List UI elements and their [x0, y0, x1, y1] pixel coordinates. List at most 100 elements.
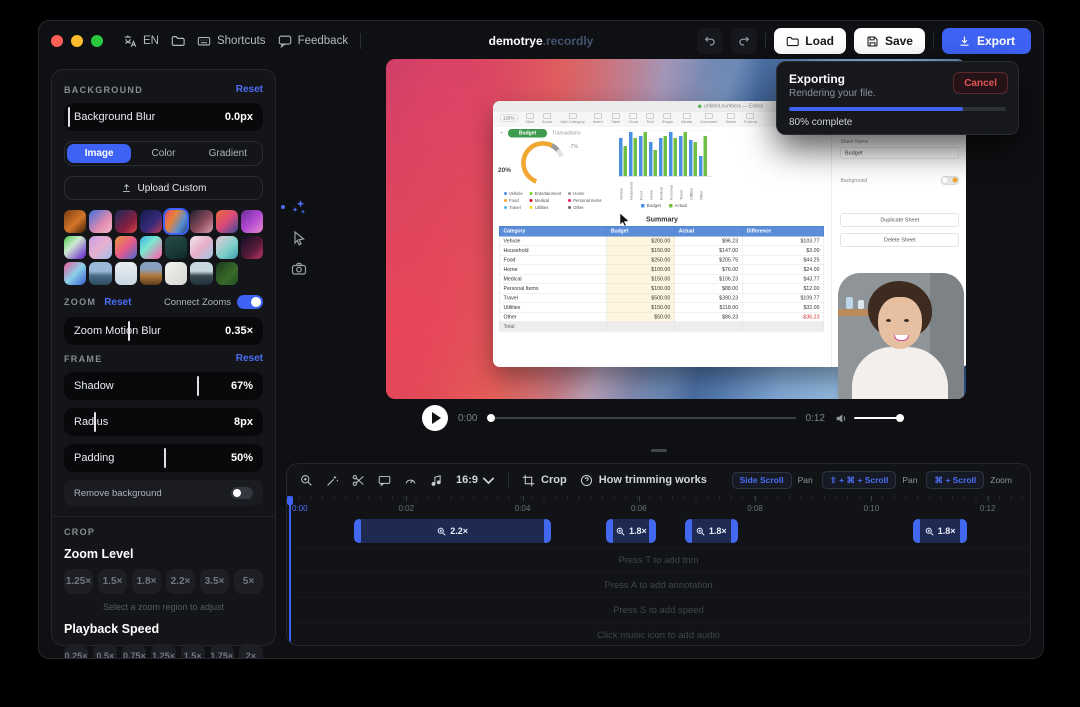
background-reset-link[interactable]: Reset [236, 84, 263, 95]
region-left-handle[interactable] [913, 519, 920, 543]
export-button[interactable]: Export [942, 28, 1031, 54]
background-thumbnail[interactable] [89, 210, 111, 233]
background-thumbnail[interactable] [140, 236, 162, 259]
background-thumbnail[interactable] [140, 262, 162, 285]
region-left-handle[interactable] [606, 519, 613, 543]
background-thumbnail[interactable] [190, 262, 212, 285]
background-thumbnail[interactable] [216, 210, 238, 233]
projects-button[interactable] [171, 34, 185, 48]
background-thumbnail[interactable] [165, 210, 187, 233]
zoom-region[interactable]: 1.8× [606, 519, 656, 543]
magic-wand-icon[interactable] [326, 474, 339, 487]
background-tab-gradient[interactable]: Gradient [196, 144, 260, 163]
zoom-level-chip[interactable]: 5× [234, 569, 263, 594]
speed-chip[interactable]: 1.75× [210, 644, 234, 659]
redo-button[interactable] [731, 28, 757, 54]
region-right-handle[interactable] [960, 519, 967, 543]
region-left-handle[interactable] [354, 519, 361, 543]
background-thumbnail[interactable] [216, 262, 238, 285]
speed-chip[interactable]: 0.5× [93, 644, 117, 659]
zoom-level-chip[interactable]: 3.5× [200, 569, 229, 594]
region-right-handle[interactable] [731, 519, 738, 543]
webcam-overlay[interactable] [838, 273, 964, 399]
background-thumbnail[interactable] [190, 210, 212, 233]
seek-handle[interactable] [487, 414, 495, 422]
timeline-ruler[interactable]: 0:000:020:040:060:080:100:12 [287, 496, 1030, 514]
connect-zooms-toggle[interactable] [237, 295, 263, 309]
region-left-handle[interactable] [685, 519, 692, 543]
zoom-region[interactable]: 1.8× [913, 519, 966, 543]
background-thumbnail[interactable] [115, 210, 137, 233]
background-thumbnail[interactable] [165, 236, 187, 259]
background-thumbnail[interactable] [241, 210, 263, 233]
speed-gauge-icon[interactable] [404, 474, 417, 487]
background-thumbnail[interactable] [216, 236, 238, 259]
timeline-body[interactable]: 0:000:020:040:060:080:100:12 2.2× 1.8× 1.8… [287, 496, 1030, 645]
volume-handle[interactable] [896, 414, 904, 422]
background-tab-image[interactable]: Image [67, 144, 131, 163]
how-trimming-works-button[interactable]: How trimming works [580, 474, 707, 487]
timeline-resize-handle[interactable] [651, 449, 667, 452]
aspect-ratio-select[interactable]: 16:9 [456, 474, 495, 487]
zoom-level-chip[interactable]: 2.2× [166, 569, 195, 594]
zoom-level-chip[interactable]: 1.5× [98, 569, 127, 594]
zoom-region[interactable]: 1.8× [685, 519, 738, 543]
frame-padding-slider[interactable]: Padding50% [64, 444, 263, 472]
background-thumbnail[interactable] [140, 210, 162, 233]
save-button[interactable]: Save [854, 28, 925, 54]
region-right-handle[interactable] [544, 519, 551, 543]
slider-handle[interactable] [164, 448, 166, 468]
feedback-button[interactable]: Feedback [278, 34, 349, 48]
cancel-export-button[interactable]: Cancel [953, 72, 1008, 94]
crop-button[interactable]: Crop [522, 474, 567, 487]
region-right-handle[interactable] [649, 519, 656, 543]
remove-background-toggle[interactable] [231, 487, 253, 499]
volume-slider[interactable] [854, 417, 904, 419]
music-note-icon[interactable] [430, 474, 443, 487]
speed-chip[interactable]: 0.75× [122, 644, 146, 659]
background-thumbnail[interactable] [89, 236, 111, 259]
background-thumbnail[interactable] [190, 236, 212, 259]
frame-shadow-slider[interactable]: Shadow67% [64, 372, 263, 400]
language-button[interactable]: EN [123, 34, 159, 48]
play-button[interactable] [422, 405, 448, 431]
zoom-level-chip[interactable]: 1.25× [64, 569, 93, 594]
cursor-tool-button[interactable] [291, 230, 307, 246]
close-window-button[interactable] [51, 35, 63, 47]
scissors-icon[interactable] [352, 474, 365, 487]
frame-reset-link[interactable]: Reset [236, 353, 263, 364]
frame-radius-slider[interactable]: Radius8px [64, 408, 263, 436]
background-thumbnail[interactable] [241, 236, 263, 259]
effects-tool-button[interactable] [291, 199, 307, 215]
background-thumbnail[interactable] [64, 210, 86, 233]
seek-bar[interactable] [487, 417, 795, 419]
maximize-window-button[interactable] [91, 35, 103, 47]
zoom-motion-blur-slider[interactable]: Zoom Motion Blur0.35× [64, 317, 263, 345]
background-thumbnail[interactable] [165, 262, 187, 285]
zoom-level-chip[interactable]: 1.8× [132, 569, 161, 594]
timeline-zoom-icon[interactable] [300, 474, 313, 487]
zoom-region[interactable]: 2.2× [354, 519, 552, 543]
annotation-icon[interactable] [378, 474, 391, 487]
background-tab-color[interactable]: Color [131, 144, 195, 163]
background-thumbnail[interactable] [115, 236, 137, 259]
speed-chip[interactable]: 0.25× [64, 644, 88, 659]
slider-handle[interactable] [197, 376, 199, 396]
background-thumbnail[interactable] [89, 262, 111, 285]
slider-handle[interactable] [68, 107, 70, 127]
camera-tool-button[interactable] [291, 261, 307, 277]
speed-chip[interactable]: 1.25× [151, 644, 175, 659]
background-thumbnail[interactable] [64, 262, 86, 285]
undo-button[interactable] [697, 28, 723, 54]
background-thumbnail[interactable] [115, 262, 137, 285]
speed-chip[interactable]: 1.5× [181, 644, 205, 659]
zoom-reset-link[interactable]: Reset [104, 297, 131, 308]
playhead[interactable] [289, 496, 291, 645]
upload-custom-button[interactable]: Upload Custom [64, 176, 263, 200]
background-blur-slider[interactable]: Background Blur0.0px [64, 103, 263, 131]
speed-chip[interactable]: 2× [239, 644, 263, 659]
load-button[interactable]: Load [774, 28, 846, 54]
background-thumbnail[interactable] [64, 236, 86, 259]
window-controls[interactable] [51, 35, 103, 47]
minimize-window-button[interactable] [71, 35, 83, 47]
